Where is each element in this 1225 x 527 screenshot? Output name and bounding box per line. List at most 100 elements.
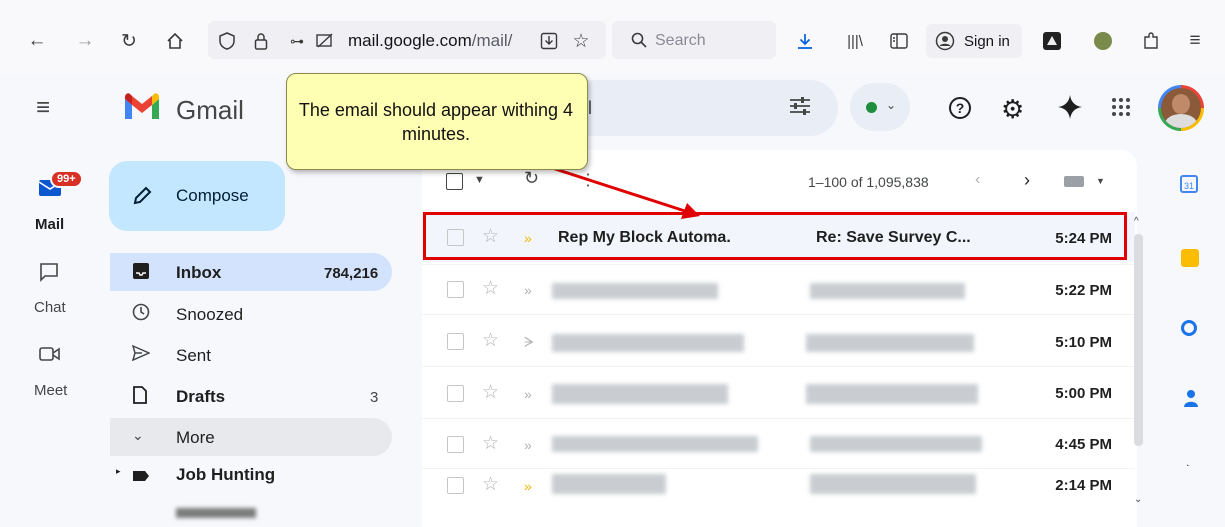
select-dropdown-icon[interactable]: ▼ (474, 174, 485, 186)
callout-text: The email should appear withing 4 minute… (298, 100, 574, 144)
email-row-6-subject-redacted (810, 474, 976, 494)
email-row-3-time: 5:10 PM (1055, 334, 1112, 351)
status-button[interactable] (850, 83, 910, 131)
compose-label: Compose (176, 186, 249, 205)
nav-item-sent[interactable] (110, 336, 392, 374)
scroll-down-icon[interactable]: ⌄ (1134, 494, 1142, 505)
nav-next-label-partial (176, 508, 256, 518)
label-tag-icon (132, 466, 150, 487)
importance-marker-icon[interactable]: » (524, 282, 532, 298)
lock-icon[interactable] (246, 26, 276, 56)
nav-sent-label: Sent (176, 346, 211, 365)
meet-icon[interactable] (39, 345, 61, 368)
email-row-4-checkbox[interactable] (447, 385, 464, 402)
search-icon (624, 25, 654, 55)
nav-job-hunting-label[interactable]: Job Hunting (176, 465, 275, 485)
nav-drafts-label: Drafts (176, 387, 226, 406)
refresh-icon[interactable]: ↻ (524, 168, 539, 189)
email-row-5-subject-redacted (810, 436, 982, 452)
mail-unread-badge: 99+ (50, 170, 83, 188)
library-icon[interactable]: |||\ (840, 26, 870, 56)
help-icon[interactable]: ? (948, 96, 972, 125)
hamburger-menu-icon[interactable]: ≡ (1180, 26, 1210, 56)
url-text[interactable]: mail.google.com/mail/ (348, 31, 512, 51)
forward-icon[interactable]: → (70, 26, 100, 56)
email-row-3-subject-redacted (806, 334, 974, 352)
importance-marker-icon[interactable]: » (524, 478, 532, 494)
status-chevron-icon: ⌄ (886, 98, 897, 112)
email-row-2-sender-redacted (552, 283, 718, 299)
gmail-logo-text[interactable]: Gmail (176, 95, 244, 126)
next-page-icon[interactable]: › (1024, 170, 1030, 191)
avatar (1161, 88, 1201, 128)
chat-icon[interactable] (39, 262, 59, 287)
nav-item-snoozed[interactable] (110, 295, 392, 333)
prev-page-icon[interactable]: ‹ (975, 171, 980, 189)
select-all-checkbox[interactable] (446, 173, 463, 190)
apps-grid-icon[interactable] (1111, 97, 1131, 122)
reader-save-icon[interactable] (534, 26, 564, 56)
star-icon[interactable]: ☆ (482, 381, 499, 404)
rail-chat-label[interactable]: Chat (34, 299, 66, 316)
email-row-4-subject-redacted (806, 384, 978, 404)
draft-file-icon (132, 386, 148, 409)
tasks-icon[interactable] (1181, 320, 1197, 336)
svg-text:?: ? (956, 100, 965, 116)
rail-meet-label[interactable]: Meet (34, 382, 67, 399)
active-status-icon (866, 102, 877, 113)
email-row-2-checkbox[interactable] (447, 281, 464, 298)
settings-gear-icon[interactable]: ⚙ (1001, 94, 1024, 125)
nav-item-drafts[interactable] (110, 377, 392, 415)
importance-marker-icon[interactable]: » (524, 437, 532, 453)
scrollbar-thumb[interactable] (1134, 234, 1143, 446)
back-icon[interactable]: ← (22, 26, 52, 56)
importance-marker-icon[interactable]: » (524, 386, 532, 402)
send-icon (131, 344, 151, 366)
expand-arrow-icon[interactable]: ▸ (116, 466, 121, 477)
gmail-logo-icon[interactable] (122, 91, 162, 128)
reload-icon[interactable]: ↻ (114, 26, 144, 56)
chevron-down-icon: ⌄ (132, 427, 144, 443)
main-menu-icon[interactable]: ≡ (36, 94, 66, 124)
keep-icon[interactable] (1181, 249, 1199, 267)
nav-more-label: More (176, 428, 215, 447)
extension-face-icon[interactable] (1088, 26, 1118, 56)
permissions-icon[interactable]: ⊶ (282, 26, 312, 56)
home-icon[interactable] (160, 26, 190, 56)
email-row-3-checkbox[interactable] (447, 333, 464, 350)
rail-mail-label[interactable]: Mail (35, 216, 64, 233)
email-row-2-time: 5:22 PM (1055, 282, 1112, 299)
clock-icon (132, 303, 150, 326)
keyboard-icon[interactable] (1064, 176, 1084, 187)
bookmark-star-icon[interactable]: ☆ (566, 26, 596, 56)
keyboard-dropdown-icon[interactable]: ▼ (1096, 176, 1105, 186)
sign-in-label: Sign in (964, 33, 1010, 50)
calendar-icon[interactable]: 31 (1180, 175, 1198, 193)
nav-item-more[interactable] (110, 418, 392, 456)
callout-arrow (545, 164, 700, 219)
star-icon[interactable]: ☆ (482, 277, 499, 300)
contacts-icon[interactable] (1183, 388, 1199, 413)
email-row-4-time: 5:00 PM (1055, 385, 1112, 402)
extensions-puzzle-icon[interactable] (1136, 26, 1166, 56)
inbox-count: 784,216 (324, 265, 379, 282)
extension-dark-icon[interactable] (1037, 26, 1067, 56)
scroll-up-icon[interactable]: ^ (1134, 216, 1139, 227)
importance-marker-icon[interactable]: ᗒ (524, 334, 534, 351)
tracking-shield-icon[interactable] (212, 26, 242, 56)
sidebar-toggle-icon[interactable] (884, 26, 914, 56)
email-row-6-checkbox[interactable] (447, 477, 464, 494)
search-options-icon[interactable] (788, 95, 812, 122)
email-row-5-checkbox[interactable] (447, 436, 464, 453)
email-row-3-sender-redacted (552, 334, 744, 352)
account-avatar[interactable] (1158, 85, 1204, 131)
side-panel (1160, 150, 1200, 527)
panel-expand-icon[interactable]: ˙ (1186, 462, 1191, 478)
scrollbar[interactable]: ^ ⌄ (1133, 216, 1143, 516)
blocked-media-icon[interactable] (310, 26, 340, 56)
gemini-sparkle-icon[interactable] (1057, 94, 1083, 125)
star-icon[interactable]: ☆ (482, 473, 499, 496)
star-icon[interactable]: ☆ (482, 329, 499, 352)
downloads-icon[interactable] (790, 26, 820, 56)
star-icon[interactable]: ☆ (482, 432, 499, 455)
